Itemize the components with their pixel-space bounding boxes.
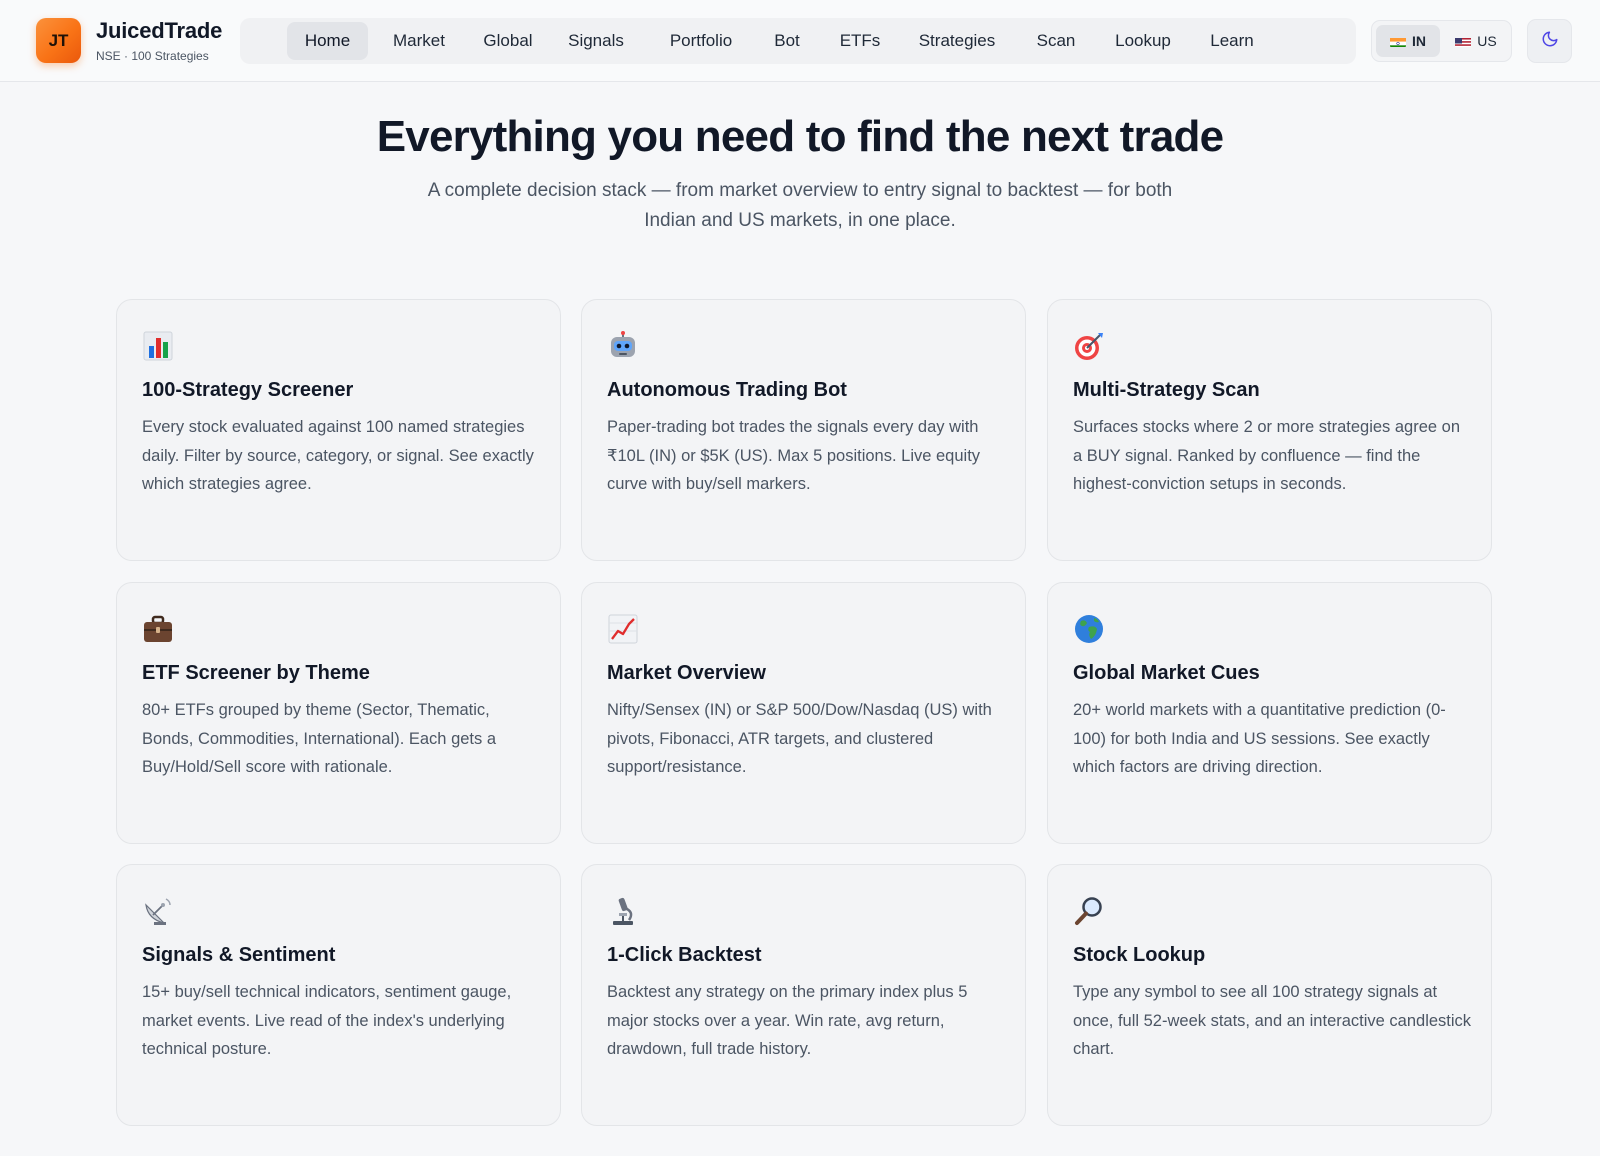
hero-title: Everything you need to find the next tra… [376, 112, 1224, 161]
market-us-button[interactable]: US [1444, 25, 1508, 57]
tab-bot[interactable]: Bot [762, 22, 812, 60]
feature-title: Global Market Cues [1073, 662, 1260, 684]
top-header: JT JuicedTrade NSE · 100 Strategies Home… [0, 0, 1600, 82]
tab-portfolio[interactable]: Portfolio [653, 22, 749, 60]
feature-description: Backtest any strategy on the primary ind… [607, 983, 968, 1058]
feature-title: 1-Click Backtest [607, 944, 762, 966]
tab-global[interactable]: Global [472, 22, 544, 60]
globe-icon [1073, 613, 1105, 645]
tab-scan[interactable]: Scan [1025, 22, 1087, 60]
hero-subtitle-line1: A complete decision stack — from market … [427, 180, 1173, 201]
feature-title: Autonomous Trading Bot [607, 379, 847, 401]
tab-signals[interactable]: Signals [553, 22, 639, 60]
robot-icon [607, 330, 639, 362]
magnifier-icon [1073, 895, 1105, 927]
feature-card-strategy-screener[interactable]: 100-Strategy Screener Every stock evalua… [116, 299, 561, 561]
tab-market[interactable]: Market [376, 22, 462, 60]
brand-name[interactable]: JuicedTrade [96, 18, 222, 44]
feature-description: Type any symbol to see all 100 strategy … [1073, 983, 1472, 1058]
us-flag-icon [1455, 36, 1472, 47]
hero-subtitle-line2: Indian and US markets, in one place. [644, 210, 956, 231]
market-us-label: US [1477, 33, 1497, 49]
feature-card-signals-sentiment[interactable]: Signals & Sentiment 15+ buy/sell technic… [116, 864, 561, 1126]
feature-description: Nifty/Sensex (IN) or S&P 500/Dow/Nasdaq … [607, 701, 992, 776]
feature-description: Paper-trading bot trades the signals eve… [607, 418, 981, 493]
satellite-dish-icon [142, 895, 174, 927]
feature-card-global-cues[interactable]: Global Market Cues 20+ world markets wit… [1047, 582, 1492, 844]
feature-title: ETF Screener by Theme [142, 662, 370, 684]
briefcase-icon [142, 613, 174, 645]
feature-card-market-overview[interactable]: Market Overview Nifty/Sensex (IN) or S&P… [581, 582, 1026, 844]
feature-description: Every stock evaluated against 100 named … [142, 418, 534, 493]
feature-card-trading-bot[interactable]: Autonomous Trading Bot Paper-trading bot… [581, 299, 1026, 561]
brand-subtitle: NSE · 100 Strategies [96, 49, 209, 63]
feature-description: 80+ ETFs grouped by theme (Sector, Thema… [142, 701, 497, 776]
hero-subtitle: A complete decision stack — from market … [390, 176, 1210, 236]
microscope-icon [607, 895, 639, 927]
tab-learn[interactable]: Learn [1197, 22, 1267, 60]
theme-toggle-button[interactable] [1527, 19, 1572, 63]
target-icon [1073, 330, 1105, 362]
feature-card-backtest[interactable]: 1-Click Backtest Backtest any strategy o… [581, 864, 1026, 1126]
feature-title: Stock Lookup [1073, 944, 1206, 966]
tab-etfs[interactable]: ETFs [825, 22, 895, 60]
feature-title: Market Overview [607, 662, 766, 684]
main-nav: Home Market Global Signals Portfolio Bot… [240, 18, 1356, 64]
feature-description: 20+ world markets with a quantitative pr… [1073, 701, 1446, 776]
trend-up-chart-icon [607, 613, 639, 645]
logo-initials: JT [48, 30, 69, 50]
feature-description: 15+ buy/sell technical indicators, senti… [142, 983, 512, 1058]
feature-card-stock-lookup[interactable]: Stock Lookup Type any symbol to see all … [1047, 864, 1492, 1126]
feature-title: Signals & Sentiment [142, 944, 336, 966]
market-in-label: IN [1412, 33, 1426, 49]
market-in-button[interactable]: IN [1376, 25, 1440, 57]
bar-chart-icon [142, 330, 174, 362]
feature-description: Surfaces stocks where 2 or more strategi… [1073, 418, 1461, 493]
feature-title: 100-Strategy Screener [142, 379, 354, 401]
logo-badge[interactable]: JT [36, 18, 81, 63]
feature-card-multi-strategy-scan[interactable]: Multi-Strategy Scan Surfaces stocks wher… [1047, 299, 1492, 561]
feature-title: Multi-Strategy Scan [1073, 379, 1260, 401]
tab-lookup[interactable]: Lookup [1100, 22, 1186, 60]
india-flag-icon [1390, 36, 1406, 47]
feature-card-etf-screener[interactable]: ETF Screener by Theme 80+ ETFs grouped b… [116, 582, 561, 844]
moon-icon [1541, 30, 1559, 53]
tab-strategies[interactable]: Strategies [904, 22, 1010, 60]
market-toggle: IN US [1371, 20, 1512, 62]
tab-home[interactable]: Home [287, 22, 368, 60]
